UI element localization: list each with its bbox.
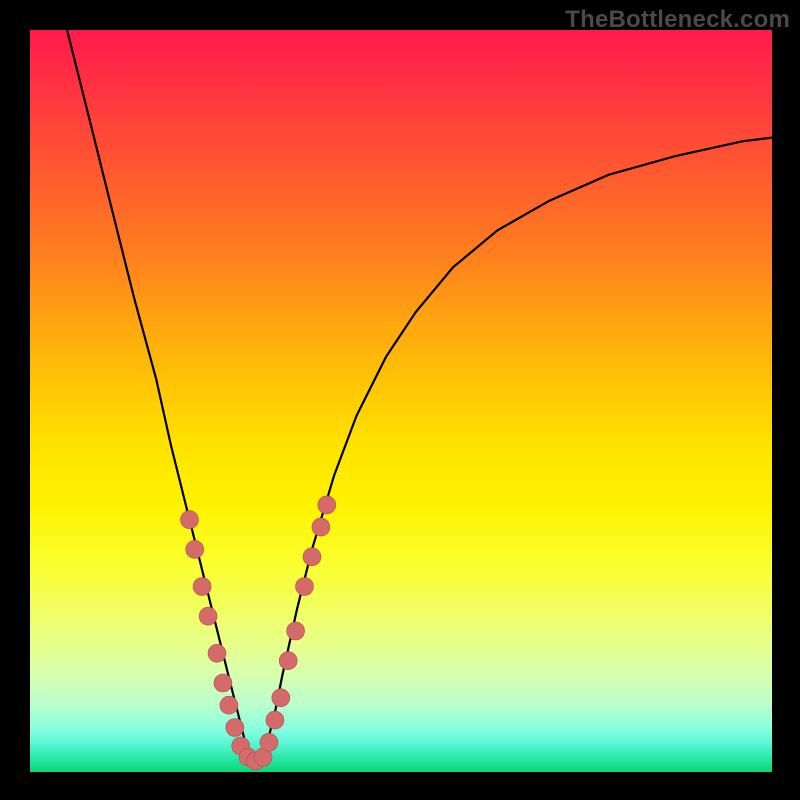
marker-dot [312, 518, 330, 536]
marker-dot [266, 711, 284, 729]
marker-dot [279, 652, 297, 670]
marker-dot [220, 696, 238, 714]
watermark-text: TheBottleneck.com [565, 6, 790, 34]
chart-frame: TheBottleneck.com [0, 0, 800, 800]
bottleneck-curve [67, 30, 772, 761]
plot-area [30, 30, 772, 772]
marker-dot [186, 540, 204, 558]
curve-svg [30, 30, 772, 772]
marker-dot [260, 733, 278, 751]
marker-dot [193, 578, 211, 596]
marker-dot [199, 607, 217, 625]
marker-dot [208, 644, 226, 662]
marker-dots [181, 496, 336, 770]
marker-dot [226, 719, 244, 737]
marker-dot [318, 496, 336, 514]
marker-dot [272, 689, 290, 707]
marker-dot [296, 578, 314, 596]
marker-dot [181, 511, 199, 529]
marker-dot [214, 674, 232, 692]
marker-dot [287, 622, 305, 640]
marker-dot [303, 548, 321, 566]
